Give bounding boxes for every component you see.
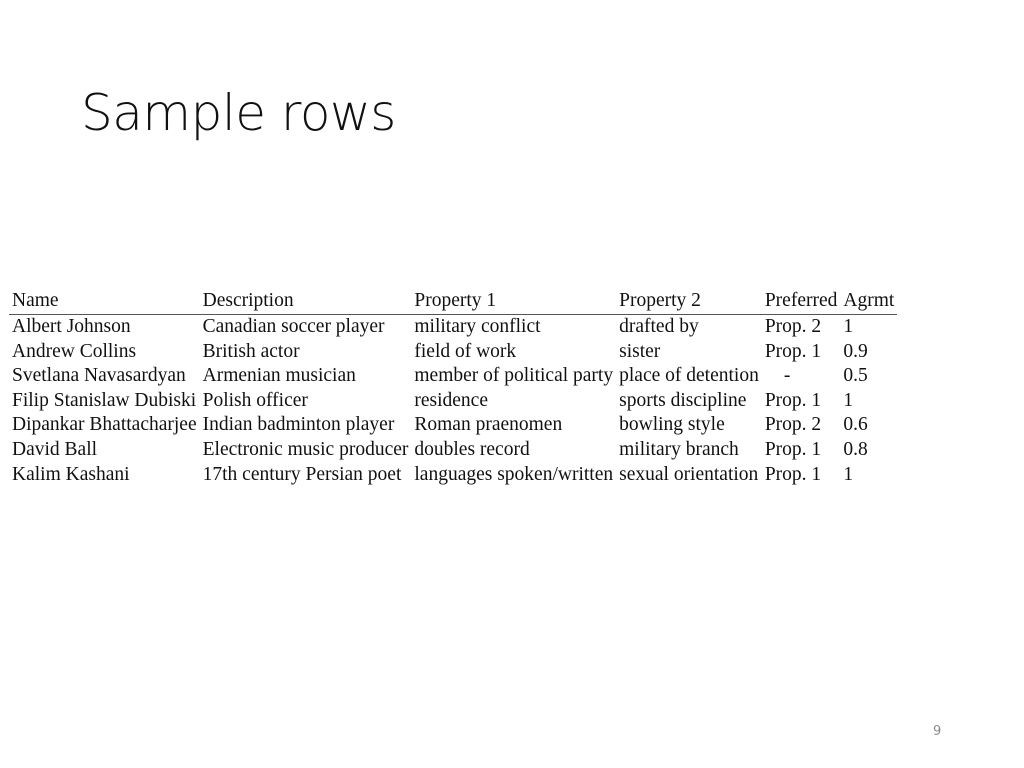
cell-agreement: 0.5 — [843, 365, 868, 387]
cell-agreement: 0.9 — [843, 340, 868, 362]
cell-name: Kalim Kashani — [12, 463, 130, 485]
cell-description: British actor — [202, 340, 300, 362]
table-row: Svetlana Navasardyan Armenian musician m… — [9, 364, 897, 389]
header-agreement: Agrmt — [840, 288, 898, 315]
header-property-2: Property 2 — [616, 288, 762, 315]
cell-property-2: place of detention — [619, 365, 759, 387]
cell-property-1: doubles record — [414, 438, 530, 460]
cell-preferred: Prop. 2 — [764, 316, 822, 337]
slide-number: 9 — [933, 724, 942, 739]
table-row: David Ball Electronic music producer dou… — [9, 438, 897, 463]
table-row: Albert Johnson Canadian soccer player mi… — [9, 315, 897, 340]
cell-description: Armenian musician — [202, 365, 356, 387]
cell-description: Canadian soccer player — [202, 316, 385, 337]
cell-preferred: Prop. 1 — [764, 340, 822, 362]
cell-property-2: sister — [619, 340, 661, 362]
cell-agreement: 0.6 — [843, 414, 868, 436]
cell-description: Electronic music producer — [202, 438, 409, 460]
cell-property-1: field of work — [414, 340, 517, 362]
cell-name: David Ball — [12, 438, 98, 460]
header-property-1: Property 1 — [411, 288, 617, 315]
cell-property-1: Roman praenomen — [414, 414, 563, 436]
cell-preferred: Prop. 1 — [764, 438, 822, 460]
header-name: Name — [9, 288, 200, 315]
sample-rows-table-container: Name Description Property 1 Property 2 P… — [9, 288, 1024, 487]
slide-title: Sample rows — [81, 84, 396, 142]
header-description: Description — [199, 288, 412, 315]
sample-rows-table: Name Description Property 1 Property 2 P… — [9, 288, 898, 488]
cell-description: 17th century Persian poet — [202, 463, 402, 485]
cell-property-2: sports discipline — [619, 389, 747, 411]
table-row: Dipankar Bhattacharjee Indian badminton … — [9, 413, 897, 438]
cell-agreement: 1 — [843, 389, 854, 411]
cell-property-1: military conflict — [414, 316, 541, 337]
cell-name: Filip Stanislaw Dubiski — [12, 389, 197, 411]
cell-agreement: 1 — [843, 316, 854, 337]
cell-name: Svetlana Navasardyan — [12, 365, 186, 387]
table-row: Kalim Kashani 17th century Persian poet … — [9, 463, 897, 488]
cell-preferred: Prop. 2 — [764, 414, 822, 436]
cell-preferred: Prop. 1 — [764, 389, 822, 411]
table-header-row: Name Description Property 1 Property 2 P… — [9, 288, 898, 315]
cell-property-2: drafted by — [619, 316, 699, 337]
cell-property-1: residence — [414, 389, 488, 411]
cell-property-2: sexual orientation — [619, 463, 759, 485]
table-header: Name Description Property 1 Property 2 P… — [9, 288, 898, 315]
cell-preferred: - — [783, 365, 791, 387]
cell-agreement: 0.8 — [843, 438, 868, 460]
cell-description: Indian badminton player — [202, 414, 395, 436]
table-body: Albert Johnson Canadian soccer player mi… — [9, 315, 897, 488]
cell-description: Polish officer — [202, 389, 308, 411]
cell-name: Dipankar Bhattacharjee — [12, 414, 197, 436]
cell-property-2: bowling style — [619, 414, 725, 436]
table-row: Andrew Collins British actor field of wo… — [9, 340, 897, 365]
table-row: Filip Stanislaw Dubiski Polish officer r… — [9, 389, 897, 414]
cell-property-1: member of political party — [414, 365, 614, 387]
cell-name: Albert Johnson — [12, 316, 131, 337]
header-preferred: Preferred — [761, 288, 841, 315]
cell-agreement: 1 — [843, 463, 854, 485]
cell-name: Andrew Collins — [12, 340, 137, 362]
cell-property-2: military branch — [619, 438, 739, 460]
cell-preferred: Prop. 1 — [764, 463, 822, 485]
cell-property-1: languages spoken/written — [414, 463, 614, 485]
